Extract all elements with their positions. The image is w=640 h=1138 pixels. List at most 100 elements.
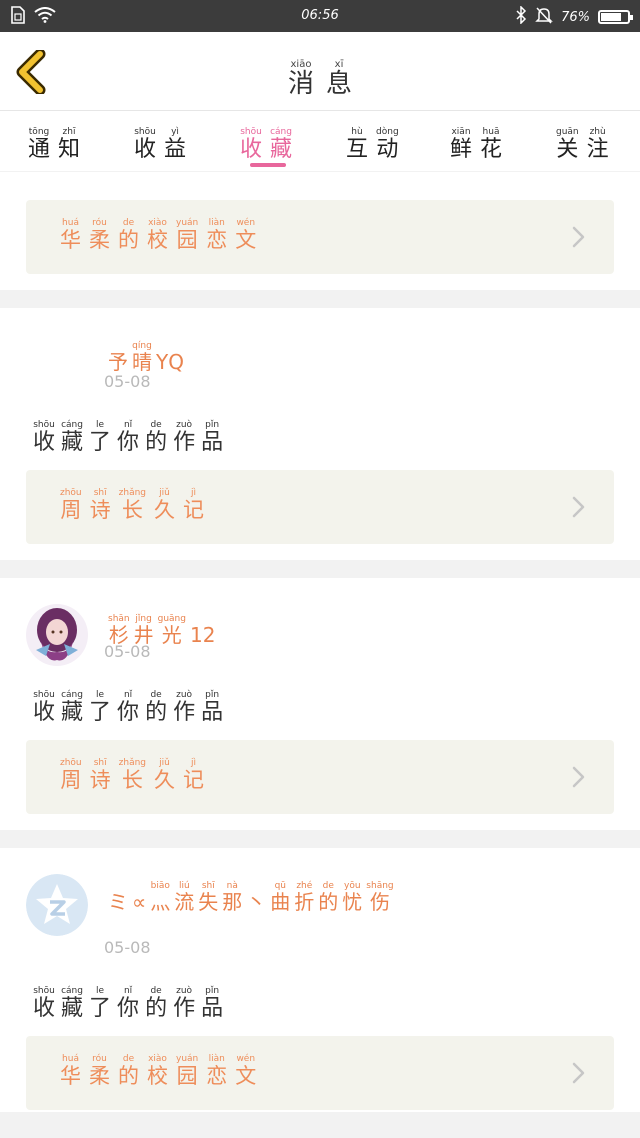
hanzi: 品 — [201, 700, 224, 725]
hanzi: 的 — [145, 430, 168, 455]
char: cáng 藏 — [270, 127, 292, 162]
char: ∝ — [132, 881, 146, 914]
pinyin: liàn — [208, 1054, 225, 1064]
tab-label: tōng 通 zhī 知 — [24, 127, 84, 162]
pinyin: guān — [556, 127, 579, 137]
hanzi: 了 — [89, 430, 112, 455]
page-title: xiāo 消 xī 息 — [0, 52, 640, 100]
hanzi: ミ — [108, 890, 128, 914]
hanzi: 鲜 — [450, 137, 473, 162]
hanzi: 折 — [294, 890, 315, 914]
username[interactable]: ミ ∝ biāo 灬 liú 流 shī 失 nà 那丶 qū 曲 zhé 折 de 的 yōu 忧 shāng 伤 — [106, 876, 406, 914]
work-link[interactable]: huá 华 róu 柔 de 的 xiào 校 yuán 园 liàn 恋 wén 文 — [26, 200, 614, 274]
battery-percent: 76% — [561, 9, 590, 25]
pinyin: huā — [482, 127, 500, 137]
hanzi: 伤 — [369, 890, 390, 914]
char: zuò 作 — [173, 690, 195, 725]
work-title: huá 华 róu 柔 de 的 xiào 校 yuán 园 liàn 恋 wén 文 — [56, 1054, 260, 1088]
char: wén 文 — [235, 1054, 256, 1088]
tab-bar: tōng 通 zhī 知 shōu 收 yì 益 shōu 收 cáng 藏 hù 互 dòng 动 xiān 鲜… — [0, 111, 640, 171]
hanzi: 的 — [318, 890, 339, 914]
hanzi: 华 — [60, 1064, 81, 1088]
work-title: zhōu 周 shī 诗 zhǎng 长 jiǔ 久 jì 记 — [56, 758, 208, 792]
pinyin: shōu — [240, 127, 262, 137]
char: 予 — [108, 341, 128, 374]
tab-follow[interactable]: guān 关 zhù 注 — [552, 119, 613, 162]
pinyin: dòng — [376, 127, 399, 137]
char: cáng 藏 — [61, 690, 83, 725]
hanzi: 曲 — [270, 890, 291, 914]
avatar[interactable] — [26, 874, 88, 936]
page-title-text: xiāo 消 xī 息 — [282, 60, 358, 100]
hanzi: 诗 — [89, 768, 111, 792]
hanzi: 忧 — [342, 890, 363, 914]
hanzi: 注 — [586, 137, 609, 162]
pinyin: de — [150, 420, 162, 430]
hanzi: 周 — [60, 498, 82, 522]
char: shōu 收 — [134, 127, 156, 162]
hanzi: 品 — [201, 996, 224, 1021]
char: huá 华 — [60, 218, 81, 252]
hanzi: 了 — [89, 996, 112, 1021]
tab-notice[interactable]: tōng 通 zhī 知 — [24, 119, 84, 162]
hanzi: 园 — [176, 228, 198, 252]
pinyin: yuán — [176, 218, 199, 228]
pinyin: le — [96, 986, 105, 996]
tab-income[interactable]: shōu 收 yì 益 — [130, 119, 190, 162]
hanzi: 息 — [326, 69, 353, 99]
work-link[interactable]: huá 华 róu 柔 de 的 xiào 校 yuán 园 liàn 恋 wén 文 — [26, 1036, 614, 1110]
hanzi: 了 — [89, 700, 112, 725]
char: hù 互 — [346, 127, 368, 162]
char: yuán 园 — [176, 218, 198, 252]
hanzi: 的 — [118, 1064, 139, 1088]
status-bar: 06:56 76% — [0, 0, 640, 32]
username[interactable]: 予 qíng 晴 YQ — [106, 336, 186, 374]
pinyin: zhī — [62, 127, 76, 137]
avatar[interactable] — [26, 604, 88, 666]
work-link[interactable]: zhōu 周 shī 诗 zhǎng 长 jiǔ 久 jì 记 — [26, 740, 614, 814]
hanzi: 互 — [346, 137, 369, 162]
username[interactable]: shān 杉 jǐng 井 guāng 光 12 — [106, 606, 217, 647]
char: shōu 收 — [240, 127, 262, 162]
char: nǐ 你 — [117, 420, 139, 455]
hanzi: 失 — [198, 890, 219, 914]
char: shōu 收 — [33, 690, 55, 725]
pinyin: huá — [62, 1054, 79, 1064]
hanzi: 柔 — [89, 228, 110, 252]
work-link[interactable]: zhōu 周 shī 诗 zhǎng 长 jiǔ 久 jì 记 — [26, 470, 614, 544]
tab-label: shōu 收 yì 益 — [130, 127, 190, 162]
char: de 的 — [118, 1054, 139, 1088]
pinyin: róu — [92, 218, 107, 228]
char: jì 记 — [183, 758, 204, 792]
char: shī 失 — [198, 881, 218, 914]
hanzi: 诗 — [89, 498, 111, 522]
hanzi: 收 — [240, 137, 263, 162]
hanzi: 恋 — [206, 228, 228, 252]
pinyin: cáng — [270, 127, 292, 137]
hanzi: 文 — [235, 1064, 257, 1088]
chevron-right-icon — [572, 766, 586, 788]
tab-interact[interactable]: hù 互 dòng 动 — [342, 119, 403, 162]
tab-collect[interactable]: shōu 收 cáng 藏 — [236, 119, 296, 162]
char: cáng 藏 — [61, 986, 83, 1021]
action-text: shōu 收 cáng 藏 le 了 nǐ 你 de 的 zuò 作 pǐn 品 — [30, 682, 226, 725]
tab-flower[interactable]: xiān 鲜 huā 花 — [446, 119, 506, 162]
hanzi: 你 — [117, 430, 140, 455]
pinyin: cáng — [61, 986, 83, 996]
char: shōu 收 — [33, 986, 55, 1021]
char: jiǔ 久 — [154, 488, 175, 522]
char: xiào 校 — [147, 218, 168, 252]
char: de 的 — [145, 690, 167, 725]
char: de 的 — [145, 986, 167, 1021]
chevron-right-icon — [572, 496, 586, 518]
char: jiǔ 久 — [154, 758, 175, 792]
hanzi: 久 — [154, 498, 176, 522]
char: zuò 作 — [173, 986, 195, 1021]
char: 12 — [190, 614, 215, 647]
char: pǐn 品 — [201, 420, 223, 455]
char: zhé 折 — [294, 881, 314, 914]
hanzi: 久 — [154, 768, 176, 792]
pinyin: xiào — [148, 218, 167, 228]
pinyin: de — [122, 218, 135, 228]
hanzi: 12 — [189, 623, 216, 647]
